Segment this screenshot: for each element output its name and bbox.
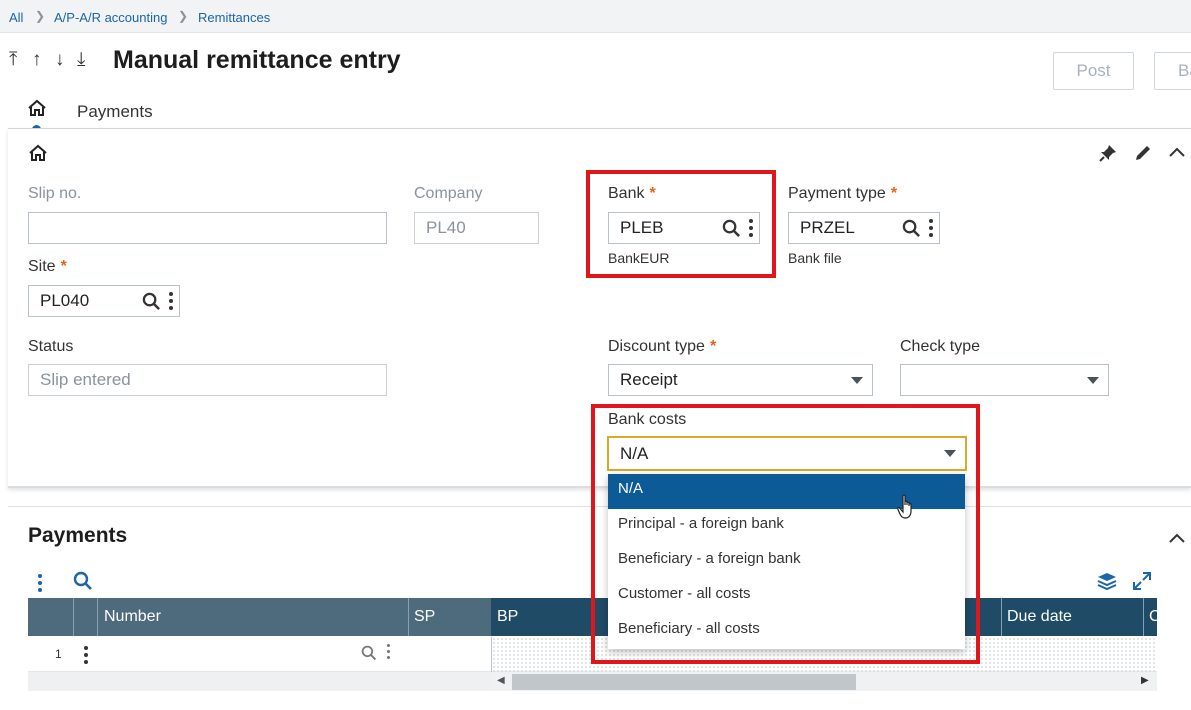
column-header-c[interactable]: C [1149, 598, 1157, 636]
previous-record-icon[interactable]: ↑ [32, 50, 42, 70]
bank-label: Bank * [608, 185, 656, 203]
pin-icon[interactable] [1098, 143, 1118, 163]
check-type-label: Check type [900, 338, 981, 355]
column-header-sp[interactable]: SP [414, 598, 435, 636]
table-footer-strip [28, 672, 491, 691]
caret-down-icon [851, 377, 863, 384]
chevron-right-icon: ❯ [178, 9, 189, 23]
page-title: Manual remittance entry [113, 46, 401, 74]
column-separator [73, 598, 74, 636]
search-icon[interactable] [902, 219, 921, 238]
column-separator [1143, 598, 1144, 636]
expand-icon[interactable] [1132, 571, 1152, 591]
row-actions-icon[interactable] [84, 646, 88, 664]
search-icon[interactable] [722, 219, 741, 238]
caret-down-icon [1087, 377, 1099, 384]
bank-label-text: Bank [608, 185, 645, 202]
hand-cursor-icon [897, 494, 912, 519]
more-options-icon[interactable] [169, 292, 173, 310]
required-marker: * [709, 338, 717, 355]
scroll-left-icon[interactable]: ◀ [497, 675, 505, 686]
site-field[interactable]: PL040 [28, 285, 180, 317]
breadcrumb-all[interactable]: All [9, 10, 23, 25]
discount-type-value: Receipt [620, 370, 678, 389]
post-button[interactable]: Post [1053, 52, 1134, 90]
site-label-text: Site [28, 258, 56, 275]
discount-type-label-text: Discount type [608, 338, 705, 355]
payment-type-value: PRZEL [800, 218, 855, 237]
more-options-icon[interactable] [929, 219, 933, 237]
dropdown-option-customer-all-costs[interactable]: Customer - all costs [608, 579, 965, 614]
breadcrumb: All ❯ A/P-A/R accounting ❯ Remittances [0, 0, 1191, 33]
search-icon[interactable] [142, 292, 161, 311]
company-label: Company [414, 185, 483, 202]
caret-down-icon [944, 450, 956, 457]
payment-type-description: Bank file [788, 250, 842, 266]
edit-icon[interactable] [1133, 143, 1153, 163]
first-record-icon[interactable]: ⤒ [9, 50, 17, 70]
next-record-icon[interactable]: ↓ [55, 50, 65, 70]
company-field[interactable]: PL40 [414, 212, 539, 244]
chevron-right-icon: ❯ [35, 9, 46, 23]
check-type-select[interactable] [900, 364, 1109, 396]
column-header-bp[interactable]: BP [497, 598, 518, 636]
bank-costs-value: N/A [620, 444, 649, 463]
home-tab-icon[interactable] [27, 98, 47, 118]
payment-type-label: Payment type * [788, 185, 897, 203]
layers-icon[interactable] [1096, 571, 1118, 591]
table-actions-icon[interactable] [38, 574, 42, 592]
column-separator [1001, 598, 1002, 636]
bank-costs-select[interactable]: N/A [607, 436, 967, 471]
payment-type-label-text: Payment type [788, 185, 886, 202]
more-options-icon[interactable] [749, 219, 753, 237]
status-field[interactable]: Slip entered [28, 364, 387, 396]
required-marker: * [890, 185, 898, 202]
scrollbar-thumb[interactable] [512, 674, 856, 690]
tab-payments[interactable]: Payments [77, 102, 153, 122]
next-action-button[interactable]: Ba [1154, 52, 1191, 90]
last-record-icon[interactable]: ⤓ [77, 50, 85, 70]
dropdown-option-beneficiary-all-costs[interactable]: Beneficiary - all costs [608, 614, 965, 649]
slip-no-label: Slip no. [28, 185, 82, 202]
column-header-due-date[interactable]: Due date [1007, 598, 1072, 636]
payment-type-field[interactable]: PRZEL [788, 212, 940, 244]
slip-no-field[interactable] [28, 212, 387, 244]
header-section-card [8, 128, 1191, 488]
required-marker: * [649, 185, 656, 202]
home-icon [29, 144, 47, 161]
collapse-chevron-icon[interactable] [1168, 145, 1186, 159]
search-icon[interactable] [73, 571, 93, 591]
column-separator [97, 598, 98, 636]
bank-field[interactable]: PLEB [608, 212, 760, 244]
discount-type-label: Discount type * [608, 338, 716, 356]
required-marker: * [60, 258, 67, 275]
site-label: Site * [28, 258, 67, 276]
collapse-chevron-icon[interactable] [1168, 531, 1186, 545]
breadcrumb-ap-ar-accounting[interactable]: A/P-A/R accounting [54, 10, 167, 25]
site-value: PL040 [40, 291, 90, 310]
discount-type-select[interactable]: Receipt [608, 364, 873, 396]
bank-description: BankEUR [608, 250, 670, 266]
column-header-number[interactable]: Number [104, 598, 161, 636]
status-label: Status [28, 338, 74, 355]
column-separator [408, 598, 409, 636]
row-line-number: 1 [55, 647, 62, 661]
breadcrumb-remittances[interactable]: Remittances [198, 10, 270, 25]
more-options-icon[interactable] [387, 644, 391, 659]
scroll-right-icon[interactable]: ▶ [1141, 675, 1149, 686]
search-icon[interactable] [361, 645, 377, 661]
bank-costs-label: Bank costs [608, 411, 687, 428]
dropdown-option-beneficiary-foreign-bank[interactable]: Beneficiary - a foreign bank [608, 544, 965, 579]
payments-section-title: Payments [28, 524, 128, 547]
bank-value: PLEB [620, 218, 664, 237]
